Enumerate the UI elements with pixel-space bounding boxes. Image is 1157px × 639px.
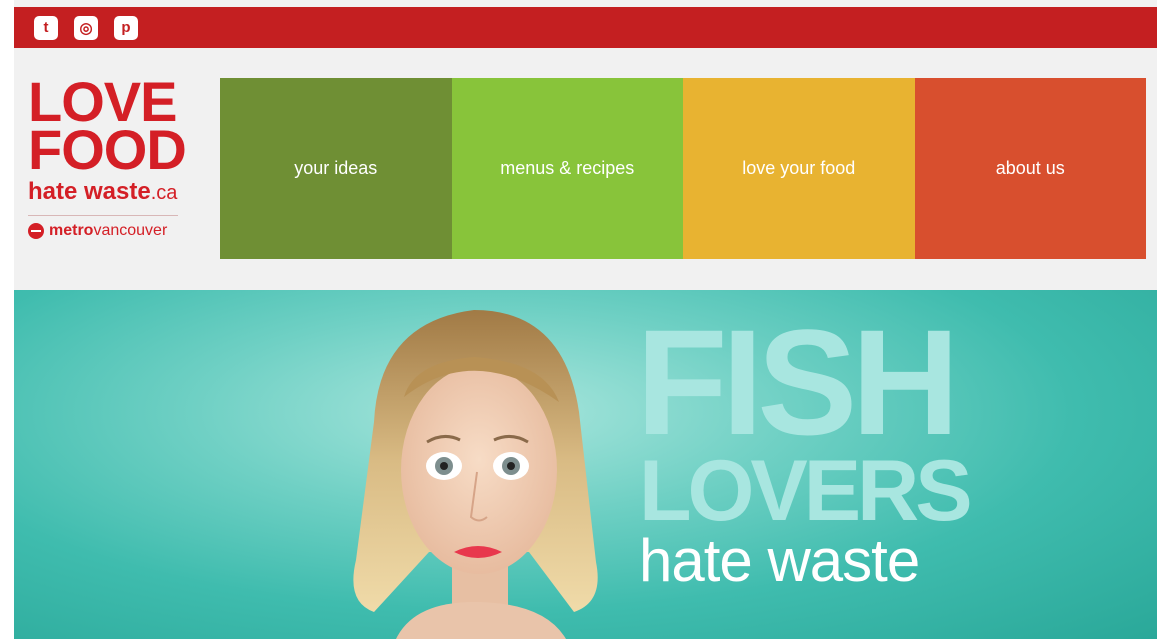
- logo-domain-suffix: .ca: [150, 182, 178, 204]
- hero-banner[interactable]: FISH LOVERS hate waste: [14, 290, 1157, 639]
- partner-rest-text: vancouver: [93, 222, 168, 239]
- logo-food-text: FOOD: [28, 118, 187, 181]
- metro-vancouver-text: metrovancouver: [49, 222, 167, 240]
- partner-bold-text: metro: [49, 222, 94, 239]
- nav-about-us[interactable]: about us: [914, 78, 1146, 259]
- hero-headline-lovers: LOVERS: [639, 443, 973, 539]
- page-frame: t ◎ p LOVE FOOD hate waste.ca metrovanco…: [14, 0, 1157, 639]
- hero-headline-fish: FISH: [636, 298, 960, 466]
- woman-portrait-image: [353, 310, 598, 639]
- site-logo[interactable]: LOVE FOOD hate waste.ca metrovancouver: [28, 74, 188, 263]
- metro-vancouver-icon: [28, 223, 44, 239]
- nav-menus-recipes[interactable]: menus & recipes: [451, 78, 683, 259]
- social-bar: t ◎ p: [14, 7, 1157, 48]
- nav-your-ideas[interactable]: your ideas: [220, 78, 452, 259]
- hero-headline-hate-waste: hate waste: [639, 527, 920, 594]
- logo-divider: [28, 215, 178, 216]
- metro-vancouver-logo: metrovancouver: [28, 222, 188, 240]
- nav-love-your-food[interactable]: love your food: [683, 78, 915, 259]
- instagram-icon[interactable]: ◎: [74, 15, 98, 40]
- logo-hate-waste-main: hate waste: [28, 178, 151, 205]
- site-header: LOVE FOOD hate waste.ca metrovancouver y…: [14, 48, 1157, 288]
- pinterest-icon[interactable]: p: [114, 15, 138, 40]
- main-nav: your ideas menus & recipes love your foo…: [220, 78, 1146, 259]
- twitter-icon[interactable]: t: [34, 15, 58, 40]
- logo-hate-waste-text: hate waste.ca: [28, 178, 188, 207]
